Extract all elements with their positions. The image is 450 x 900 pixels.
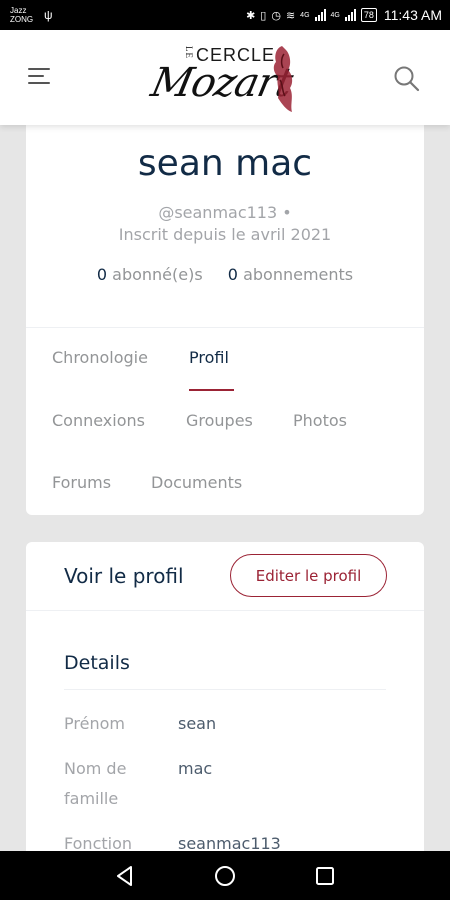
usb-icon: ψ <box>44 8 53 22</box>
followers-label: abonné(e)s <box>112 265 203 284</box>
android-nav-bar <box>0 851 450 900</box>
tab-chronologie[interactable]: Chronologie <box>52 348 148 367</box>
edit-profile-button[interactable]: Editer le profil <box>230 554 387 597</box>
profile-handle: @seanmac113 • <box>158 203 292 222</box>
followers-stat[interactable]: 0 abonné(e)s <box>97 265 203 284</box>
field-label-nom: Nom de famille <box>64 759 127 808</box>
network-type-1: 4G <box>300 11 310 19</box>
details-section-divider <box>64 689 386 690</box>
app-header: LE CERCLE Mozart <box>0 30 450 125</box>
signal-icon-1 <box>314 9 326 21</box>
field-value-nom: mac <box>178 759 213 778</box>
details-section-title: Details <box>64 652 130 674</box>
recents-square-icon[interactable] <box>310 861 340 891</box>
followers-count: 0 <box>96 265 108 284</box>
follow-stats: 0 abonné(e)s 0 abonnements <box>26 265 424 284</box>
signal-icon-2 <box>344 9 356 21</box>
status-bar: Jazz ZONG ψ ✱ ▯ ◷ ≋ 4G 4G 78 11:43 AM <box>0 0 450 30</box>
back-triangle-icon[interactable] <box>110 861 140 891</box>
profile-card: sean mac @seanmac113 • Inscrit depuis le… <box>26 95 424 515</box>
battery-icon: 78 <box>360 8 377 22</box>
wifi-icon: ≋ <box>285 9 296 22</box>
details-header-divider <box>26 610 424 611</box>
network-type-2: 4G <box>330 11 340 19</box>
member-since: Inscrit depuis le avril 2021 <box>118 225 332 244</box>
status-time: 11:43 AM <box>383 7 442 23</box>
tab-documents[interactable]: Documents <box>151 473 242 492</box>
following-count: 0 <box>227 265 238 284</box>
search-icon[interactable] <box>392 64 422 94</box>
profile-details-card: Voir le profil Editer le profil Details … <box>26 542 424 862</box>
site-logo[interactable]: LE CERCLE Mozart <box>147 40 300 120</box>
logo-le-text: LE <box>184 46 194 59</box>
carrier-name: Jazz ZONG <box>10 6 34 24</box>
tab-forums[interactable]: Forums <box>52 473 111 492</box>
tab-connexions[interactable]: Connexions <box>52 411 145 430</box>
home-circle-icon[interactable] <box>210 861 240 891</box>
following-stat[interactable]: 0 abonnements <box>228 265 353 284</box>
alarm-icon: ◷ <box>271 9 281 22</box>
hamburger-menu-icon[interactable] <box>28 66 54 86</box>
following-label: abonnements <box>243 265 354 284</box>
field-label-prenom: Prénom <box>64 714 125 733</box>
tab-profil[interactable]: Profil <box>189 348 229 367</box>
tab-groupes[interactable]: Groupes <box>186 411 253 430</box>
profile-name: sean mac <box>137 143 313 184</box>
active-tab-underline <box>189 389 234 391</box>
vibrate-icon: ▯ <box>260 9 267 22</box>
view-profile-title: Voir le profil <box>64 564 184 588</box>
bluetooth-icon: ✱ <box>246 9 256 22</box>
field-value-prenom: sean <box>178 714 217 733</box>
profile-divider <box>26 327 424 328</box>
tab-photos[interactable]: Photos <box>293 411 347 430</box>
mozart-portrait-icon <box>273 46 293 112</box>
